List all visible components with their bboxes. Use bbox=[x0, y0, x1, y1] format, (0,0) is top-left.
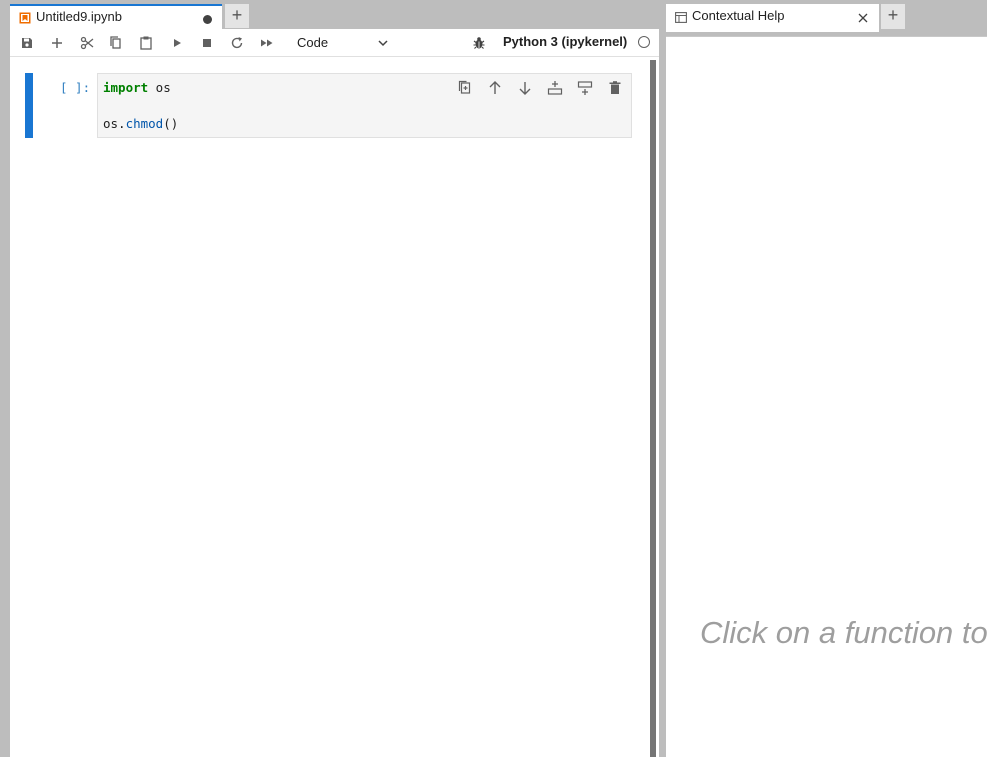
code-text: os bbox=[148, 80, 171, 95]
copy-icon bbox=[110, 36, 121, 49]
help-tab-bar: Contextual Help + bbox=[666, 0, 987, 36]
insert-cell-below-button[interactable] bbox=[576, 79, 594, 97]
restart-button[interactable] bbox=[228, 34, 246, 52]
code-text: () bbox=[163, 116, 179, 131]
stop-icon bbox=[203, 39, 211, 47]
insert-cell-button[interactable] bbox=[48, 34, 66, 52]
inspector-icon bbox=[675, 12, 687, 23]
delete-icon bbox=[609, 81, 621, 94]
kernel-name[interactable]: Python 3 (ipykernel) bbox=[503, 34, 627, 49]
insert-cell-above-button[interactable] bbox=[546, 79, 564, 97]
cut-icon bbox=[80, 36, 94, 50]
copy-button[interactable] bbox=[107, 34, 125, 52]
interrupt-button[interactable] bbox=[198, 34, 216, 52]
code-line-1: import os bbox=[103, 80, 171, 95]
notebook-tab[interactable]: Untitled9.ipynb bbox=[10, 4, 222, 29]
new-tab-button[interactable]: + bbox=[225, 4, 249, 28]
panel-splitter[interactable] bbox=[659, 0, 666, 757]
chevron-down-icon bbox=[378, 40, 388, 47]
save-button[interactable] bbox=[18, 34, 36, 52]
move-cell-down-button[interactable] bbox=[516, 79, 534, 97]
code-cell-editor[interactable]: import os os.chmod() bbox=[97, 73, 632, 138]
unsaved-indicator-icon[interactable] bbox=[203, 15, 212, 24]
code-keyword: import bbox=[103, 80, 149, 95]
restart-icon bbox=[231, 37, 243, 49]
help-tab[interactable]: Contextual Help bbox=[666, 4, 879, 32]
paste-icon bbox=[140, 36, 152, 50]
run-icon bbox=[174, 39, 181, 47]
fast-forward-icon bbox=[261, 39, 273, 47]
code-line-3: os.chmod() bbox=[103, 116, 178, 131]
help-placeholder-message: Click on a function to bbox=[700, 615, 987, 650]
run-button[interactable] bbox=[168, 34, 186, 52]
notebook-icon bbox=[19, 12, 31, 24]
scrollbar-thumb[interactable] bbox=[650, 60, 656, 757]
move-down-icon bbox=[519, 82, 531, 95]
run-all-button[interactable] bbox=[258, 34, 276, 52]
kernel-status-icon bbox=[638, 36, 650, 48]
notebook-tab-title: Untitled9.ipynb bbox=[36, 9, 122, 24]
duplicate-icon bbox=[458, 80, 471, 94]
delete-cell-button[interactable] bbox=[606, 79, 624, 97]
add-cell-icon bbox=[52, 38, 62, 48]
insert-above-icon bbox=[547, 81, 563, 95]
bug-icon bbox=[473, 37, 485, 49]
save-icon bbox=[22, 38, 32, 48]
notebook-panel bbox=[10, 57, 647, 757]
code-object: os. bbox=[103, 116, 126, 131]
duplicate-cell-button[interactable] bbox=[456, 79, 474, 97]
notebook-tab-bar: Untitled9.ipynb + bbox=[0, 0, 659, 29]
cell-collapser[interactable] bbox=[25, 73, 33, 138]
move-cell-up-button[interactable] bbox=[486, 79, 504, 97]
contextual-help-panel: Click on a function to bbox=[666, 36, 987, 757]
cut-button[interactable] bbox=[78, 34, 96, 52]
cell-type-value: Code bbox=[297, 35, 329, 50]
insert-below-icon bbox=[577, 81, 593, 95]
paste-button[interactable] bbox=[137, 34, 155, 52]
cell-type-select[interactable]: Code bbox=[289, 32, 393, 54]
help-tab-title: Contextual Help bbox=[692, 8, 785, 23]
notebook-scrollbar[interactable] bbox=[647, 57, 659, 757]
debugger-button[interactable] bbox=[470, 34, 488, 52]
code-function: chmod bbox=[125, 116, 164, 131]
new-tab-button[interactable]: + bbox=[881, 4, 905, 29]
notebook-toolbar: Code Python 3 (ipykernel) bbox=[10, 29, 659, 57]
move-up-icon bbox=[489, 81, 501, 94]
close-icon[interactable] bbox=[856, 11, 870, 25]
cell-prompt: [ ]: bbox=[60, 80, 91, 95]
